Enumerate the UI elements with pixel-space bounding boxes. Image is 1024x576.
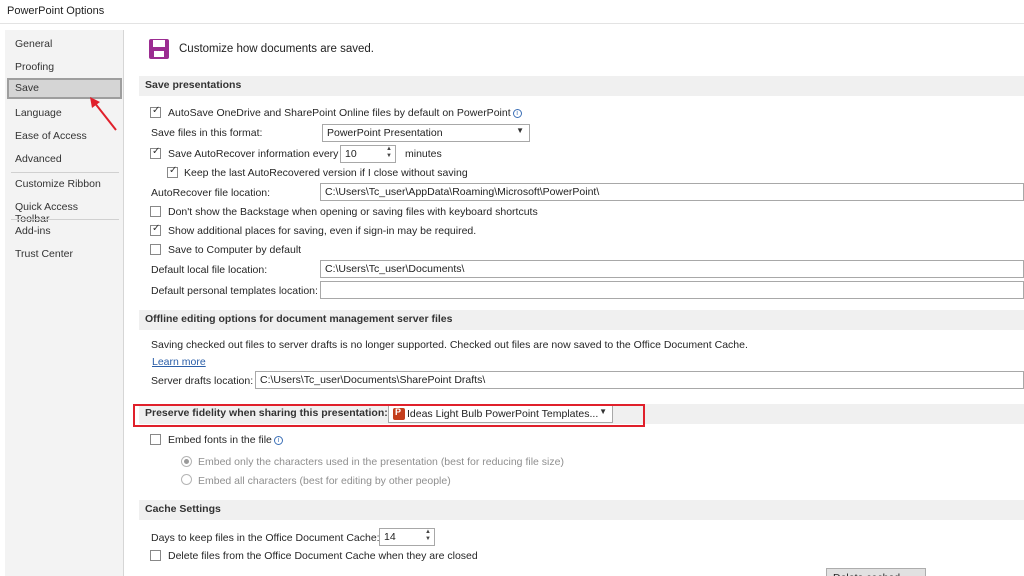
save-to-computer-checkbox[interactable] — [150, 244, 161, 255]
delete-cached-files-button[interactable]: Delete cached Files — [826, 568, 926, 576]
sidebar-item-quick-access-toolbar[interactable]: Quick Access Toolbar — [7, 197, 122, 225]
keep-last-checkbox[interactable] — [167, 165, 178, 178]
default-local-field[interactable]: C:\Users\Tc_user\Documents\ — [320, 260, 1024, 278]
server-drafts-label: Server drafts location: — [151, 375, 254, 387]
embed-all-radio[interactable] — [181, 474, 192, 485]
cache-days-stepper[interactable]: 14 ▲ ▼ — [379, 528, 435, 546]
sidebar-item-customize-ribbon[interactable]: Customize Ribbon — [7, 174, 122, 195]
cache-days-value: 14 — [384, 531, 396, 543]
default-templates-label: Default personal templates location: — [151, 285, 318, 297]
autosave-row: AutoSave OneDrive and SharePoint Online … — [168, 107, 522, 119]
autosave-checkbox[interactable] — [150, 105, 161, 118]
page-header: Customize how documents are saved. — [179, 43, 374, 55]
format-label: Save files in this format: — [151, 127, 263, 139]
stepper-arrows-icon[interactable]: ▲ ▼ — [386, 146, 392, 160]
delete-cache-checkbox[interactable] — [150, 550, 161, 561]
show-additional-places-label: Show additional places for saving, even … — [168, 225, 477, 237]
save-format-dropdown[interactable]: PowerPoint Presentation ▼ — [322, 124, 530, 142]
sidebar-item-add-ins[interactable]: Add-ins — [7, 221, 122, 242]
sidebar-item-trust-center[interactable]: Trust Center — [7, 244, 122, 265]
section-cache-settings: Cache Settings — [139, 500, 1024, 520]
sidebar-divider — [11, 219, 119, 220]
stepper-arrows-icon[interactable]: ▲ ▼ — [425, 529, 431, 543]
embed-only-label: Embed only the characters used in the pr… — [198, 456, 564, 468]
sidebar-divider — [11, 172, 119, 173]
save-to-computer-label: Save to Computer by default — [168, 244, 302, 256]
annotation-arrow — [90, 97, 117, 131]
cache-days-label: Days to keep files in the Office Documen… — [151, 532, 380, 544]
show-additional-places-checkbox[interactable] — [150, 223, 161, 236]
autorecover-minutes-stepper[interactable]: 10 ▲ ▼ — [340, 145, 396, 163]
embed-all-label: Embed all characters (best for editing b… — [198, 475, 451, 487]
default-local-label: Default local file location: — [151, 264, 268, 276]
chevron-down-icon: ▼ — [516, 126, 524, 135]
title-bar: PowerPoint Options — [0, 0, 1024, 24]
autorecover-checkbox[interactable] — [150, 146, 161, 159]
sidebar-item-general[interactable]: General — [7, 34, 122, 55]
info-icon[interactable]: i — [273, 436, 283, 445]
embed-fonts-checkbox[interactable] — [150, 434, 161, 445]
sidebar-item-proofing[interactable]: Proofing — [7, 57, 122, 78]
autorecover-location-field[interactable]: C:\Users\Tc_user\AppData\Roaming\Microso… — [320, 183, 1024, 201]
section-save-presentations: Save presentations — [139, 76, 1024, 96]
autorecover-minutes-value: 10 — [345, 148, 357, 160]
section-offline-editing: Offline editing options for document man… — [139, 310, 1024, 330]
embed-fonts-label: Embed fonts in the file — [168, 434, 272, 446]
autorecover-label: Save AutoRecover information every — [168, 148, 339, 160]
embed-only-radio[interactable] — [181, 456, 192, 467]
save-disk-icon — [149, 39, 169, 59]
save-format-value: PowerPoint Presentation — [327, 127, 443, 139]
sidebar-item-advanced[interactable]: Advanced — [7, 149, 122, 170]
offline-notice: Saving checked out files to server draft… — [151, 339, 748, 351]
autosave-label: AutoSave OneDrive and SharePoint Online … — [168, 107, 511, 119]
autorecover-location-label: AutoRecover file location: — [151, 187, 271, 199]
embed-fonts-row: Embed fonts in the file i — [168, 434, 283, 446]
delete-cache-label: Delete files from the Office Document Ca… — [168, 550, 478, 562]
default-templates-field[interactable] — [320, 281, 1024, 299]
info-icon[interactable]: i — [512, 109, 522, 118]
window-title: PowerPoint Options — [7, 5, 105, 17]
learn-more-link[interactable]: Learn more — [152, 356, 206, 368]
dont-show-backstage-label: Don't show the Backstage when opening or… — [168, 206, 538, 218]
keep-last-label: Keep the last AutoRecovered version if I… — [184, 167, 468, 179]
dont-show-backstage-checkbox[interactable] — [150, 206, 161, 217]
main-panel: Customize how documents are saved. Save … — [131, 30, 1024, 576]
annotation-highlight-box — [133, 404, 645, 427]
minutes-label: minutes — [405, 148, 442, 160]
server-drafts-field[interactable]: C:\Users\Tc_user\Documents\SharePoint Dr… — [255, 371, 1024, 389]
